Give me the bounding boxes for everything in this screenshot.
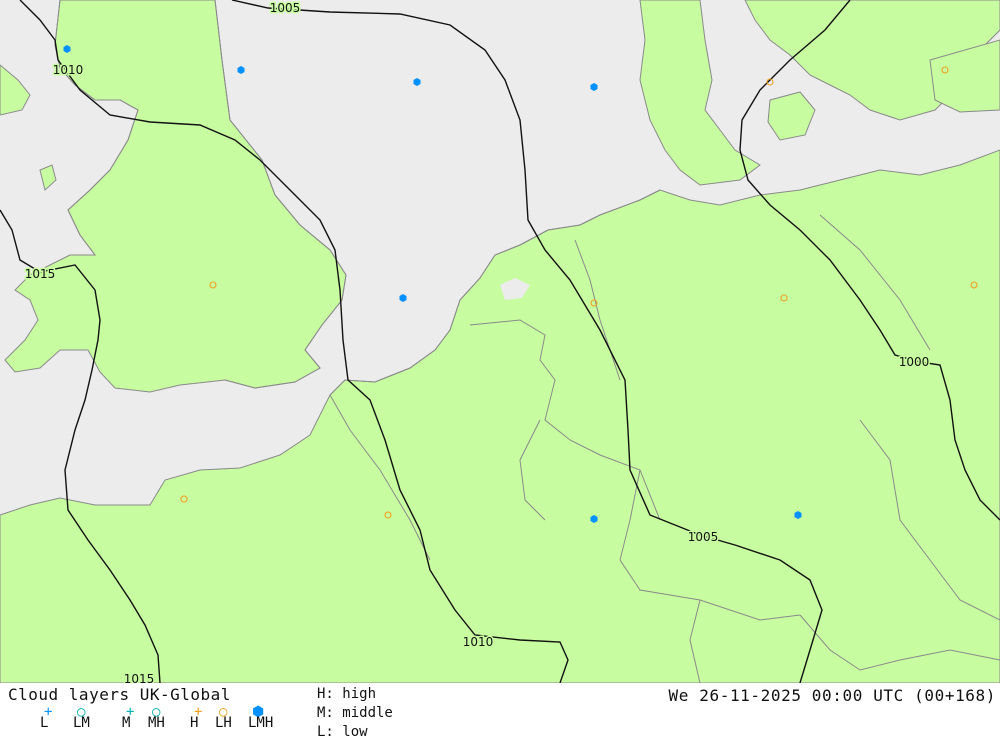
legend-code-mh: MH	[148, 715, 165, 731]
key-middle: M: middle	[317, 705, 393, 721]
legend-title: Cloud layers UK-Global	[8, 685, 231, 704]
forecast-timestamp: We 26-11-2025 00:00 UTC (00+168)	[668, 686, 996, 705]
layer-key-list: H: high M: middle L: low	[317, 685, 393, 742]
isobar-label: 1005	[688, 530, 719, 544]
legend-bar: Cloud layers UK-Global + ○ + ○ + ○ ⬢ L LM M MH H LH…	[0, 683, 1000, 740]
isobar-label: 1010	[463, 635, 494, 649]
isobar-label: 1010	[53, 63, 84, 77]
legend-code-lmh: LMH	[248, 715, 274, 731]
legend-code-h: H	[190, 715, 199, 731]
legend-code-lh: LH	[215, 715, 232, 731]
isobar-label: 1000	[899, 355, 930, 369]
legend-code-lm: LM	[73, 715, 90, 731]
isobar-label: 1015	[124, 672, 155, 683]
isobar-label: 1005	[270, 1, 301, 15]
isobar-label: 1015	[25, 267, 56, 281]
key-high: H: high	[317, 686, 377, 702]
legend-code-l: L	[40, 715, 49, 731]
legend-code-m: M	[122, 715, 131, 731]
weather-map: 1005 1010 1015 1015 1010 1005 1000	[0, 0, 1000, 683]
